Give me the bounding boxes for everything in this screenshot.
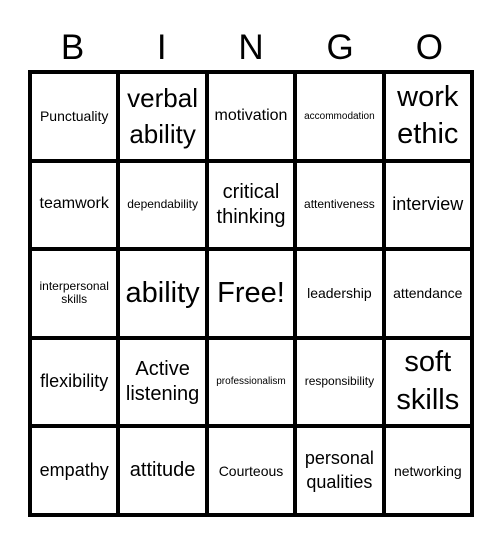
bingo-grid: Punctuality verbal ability motivation ac…: [28, 70, 474, 517]
bingo-cell[interactable]: teamwork: [32, 162, 117, 248]
bingo-cell[interactable]: motivation: [208, 74, 294, 159]
bingo-header: B I N G O: [28, 26, 474, 70]
bingo-cell[interactable]: flexibility: [32, 339, 117, 425]
bingo-cell[interactable]: verbal ability: [120, 74, 205, 159]
bingo-cell[interactable]: soft skills: [385, 339, 470, 425]
header-letter-b: B: [60, 28, 85, 67]
free-space-cell[interactable]: Free!: [208, 251, 294, 336]
header-letter-o: O: [415, 28, 443, 67]
header-letter-g: G: [326, 28, 354, 67]
bingo-cell[interactable]: interpersonal skills: [32, 251, 117, 336]
bingo-cell[interactable]: dependability: [120, 162, 205, 248]
header-letter-n: N: [238, 28, 264, 67]
bingo-cell[interactable]: interview: [385, 162, 470, 248]
bingo-cell[interactable]: leadership: [297, 251, 382, 336]
bingo-cell[interactable]: empathy: [32, 428, 117, 513]
bingo-cell[interactable]: accommodation: [297, 74, 382, 159]
bingo-cell[interactable]: ability: [120, 251, 205, 336]
bingo-cell[interactable]: responsibility: [297, 339, 382, 425]
bingo-cell[interactable]: Punctuality: [32, 74, 117, 159]
bingo-cell[interactable]: attentiveness: [297, 162, 382, 248]
bingo-cell[interactable]: work ethic: [385, 74, 470, 159]
bingo-cell[interactable]: critical thinking: [208, 162, 294, 248]
bingo-cell[interactable]: Courteous: [208, 428, 294, 513]
bingo-cell[interactable]: attitude: [120, 428, 205, 513]
bingo-cell[interactable]: Active listening: [120, 339, 205, 425]
bingo-cell[interactable]: personal qualities: [297, 428, 382, 513]
bingo-cell[interactable]: networking: [385, 428, 470, 513]
header-letter-i: I: [156, 28, 167, 67]
bingo-cell[interactable]: attendance: [385, 251, 470, 336]
bingo-cell[interactable]: professionalism: [208, 339, 294, 425]
